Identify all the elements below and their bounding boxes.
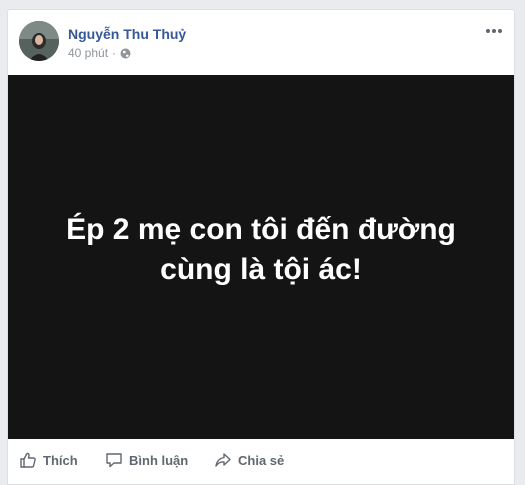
comment-button[interactable]: Bình luận (105, 451, 188, 469)
post-text-image[interactable]: Ép 2 mẹ con tôi đến đường cùng là tội ác… (8, 75, 514, 439)
post-actions-bar: Thích Bình luận Chia sẻ (8, 439, 514, 485)
post-timestamp[interactable]: 40 phút (68, 46, 108, 60)
globe-icon[interactable] (120, 48, 131, 59)
post-image-text: Ép 2 mẹ con tôi đến đường cùng là tội ác… (66, 210, 456, 290)
post-image-text-line-2: cùng là tội ác! (160, 253, 362, 286)
share-button[interactable]: Chia sẻ (214, 451, 284, 469)
like-button-label: Thích (43, 452, 78, 468)
more-horizontal-icon[interactable] (484, 24, 504, 36)
thumbs-up-icon (20, 452, 36, 468)
post-image-text-line-1: Ép 2 mẹ con tôi đến đường (66, 213, 456, 246)
meta-separator: · (112, 46, 117, 60)
like-button[interactable]: Thích (19, 451, 78, 469)
share-button-label: Chia sẻ (238, 452, 285, 468)
post-meta: 40 phút · (68, 46, 131, 60)
comment-button-label: Bình luận (129, 452, 189, 468)
author-avatar[interactable] (19, 21, 59, 61)
share-arrow-icon (215, 453, 231, 467)
author-name[interactable]: Nguyễn Thu Thuỷ (68, 26, 186, 42)
avatar-image (19, 21, 59, 61)
post-header: Nguyễn Thu Thuỷ 40 phút · (8, 10, 514, 75)
comment-icon (106, 453, 122, 468)
post-card: Nguyễn Thu Thuỷ 40 phút · Ép 2 mẹ con tô… (7, 9, 515, 485)
